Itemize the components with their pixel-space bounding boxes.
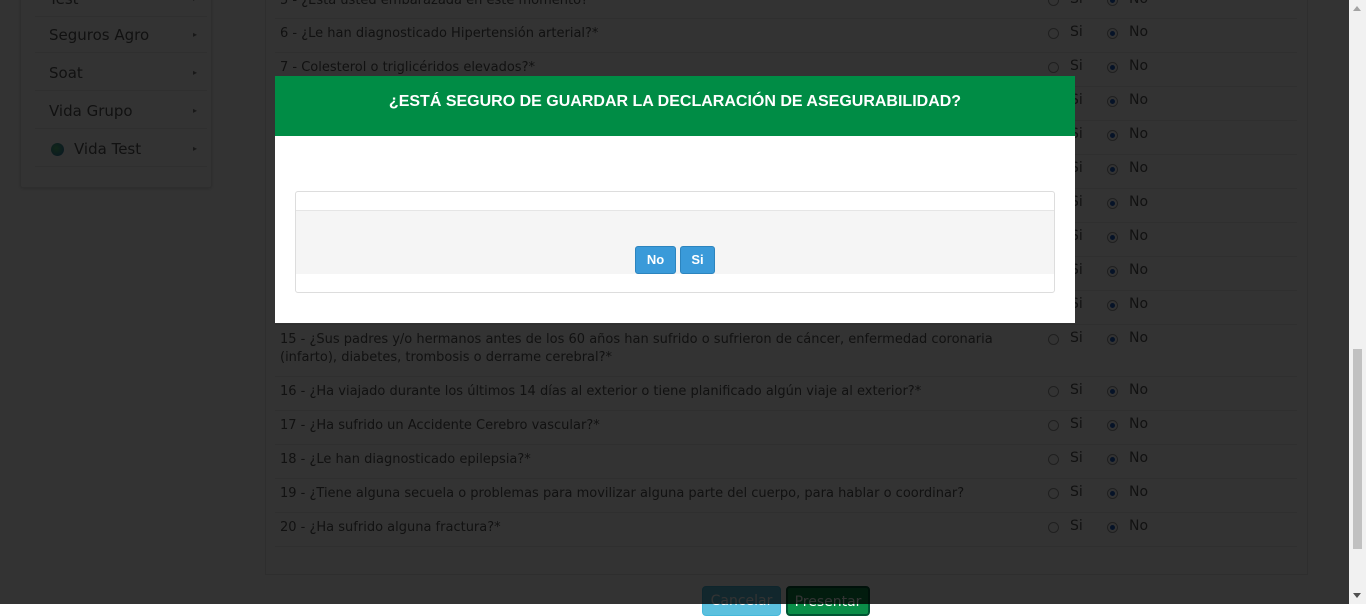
confirm-no-button[interactable]: No bbox=[635, 246, 676, 274]
page-scrollbar[interactable] bbox=[1349, 0, 1366, 604]
confirm-si-button[interactable]: Si bbox=[680, 246, 715, 274]
scroll-up-arrow-icon[interactable] bbox=[1353, 6, 1361, 11]
scroll-down-arrow-icon[interactable] bbox=[1353, 593, 1361, 598]
confirm-dialog: ¿ESTÁ SEGURO DE GUARDAR LA DECLARACIÓN D… bbox=[275, 76, 1075, 323]
dialog-actions-box: No Si bbox=[295, 191, 1055, 293]
dialog-actions-body: No Si bbox=[296, 210, 1054, 274]
scroll-thumb[interactable] bbox=[1353, 349, 1362, 549]
dialog-title: ¿ESTÁ SEGURO DE GUARDAR LA DECLARACIÓN D… bbox=[275, 76, 1075, 136]
